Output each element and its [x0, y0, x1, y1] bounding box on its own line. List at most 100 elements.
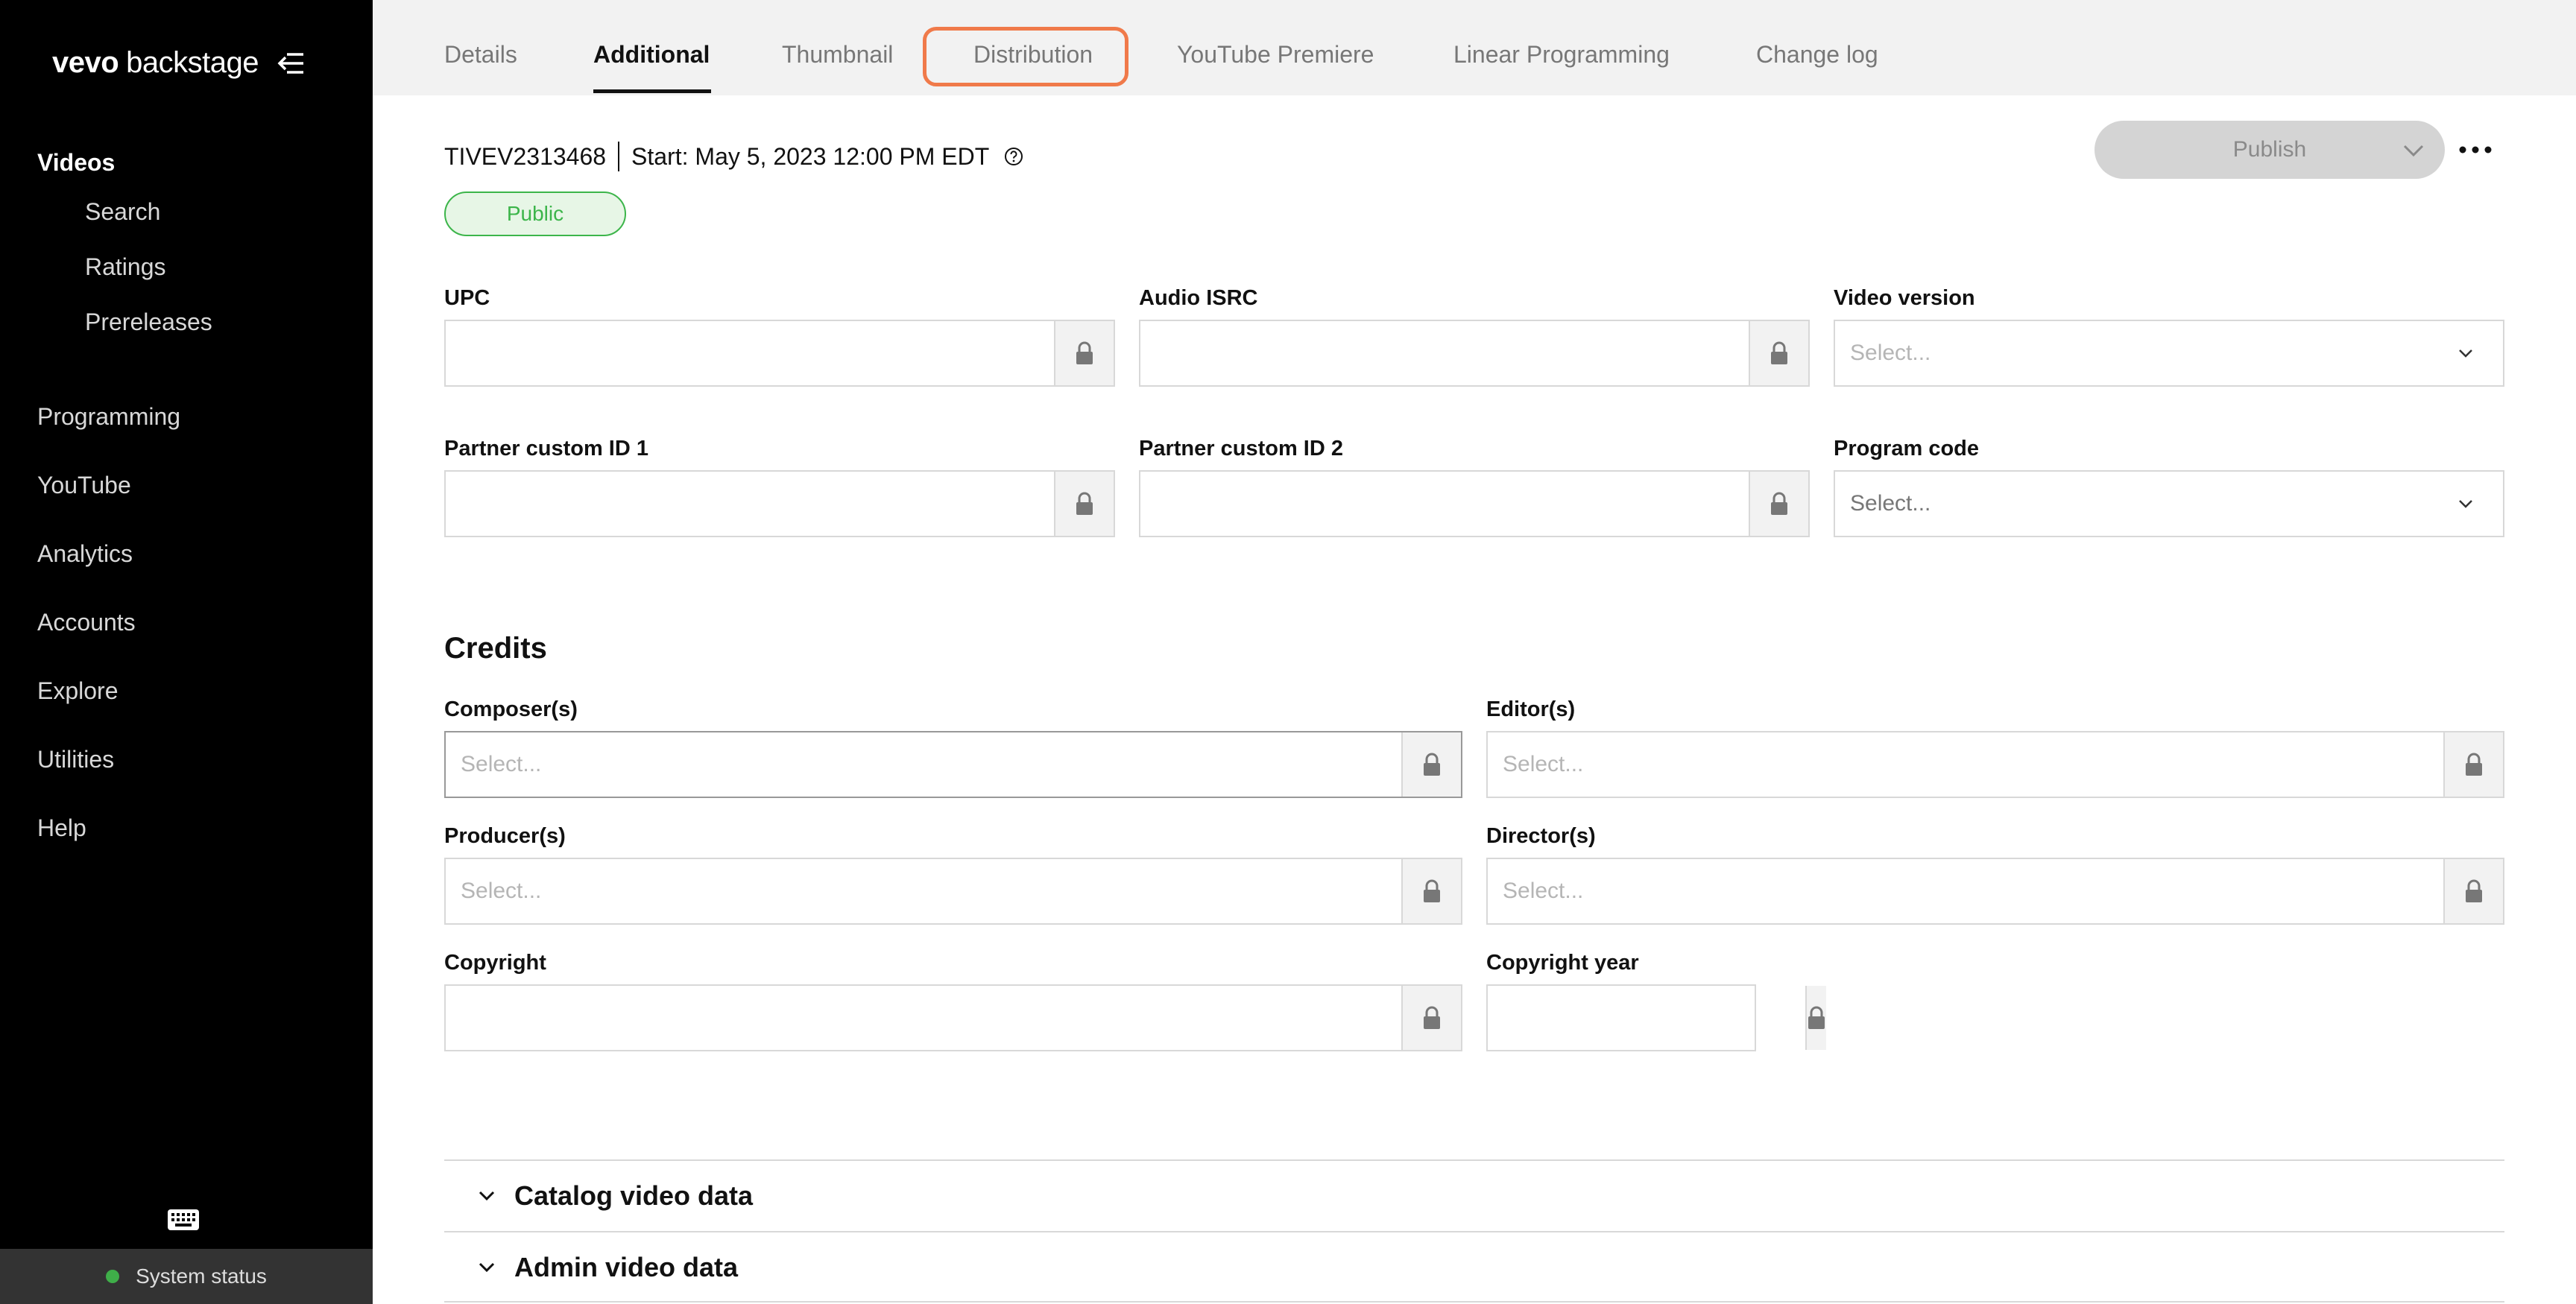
- chevron-down-icon: [479, 1262, 495, 1273]
- program-code-placeholder: Select...: [1850, 491, 1931, 516]
- video-version-placeholder: Select...: [1850, 341, 1931, 365]
- accordion-admin-video-data[interactable]: Admin video data: [477, 1252, 738, 1283]
- chevron-down-icon: [2459, 500, 2472, 508]
- lock-icon: [1076, 341, 1093, 364]
- upc-input[interactable]: [446, 321, 1054, 385]
- lock-icon: [1424, 753, 1440, 776]
- start-time: Start: May 5, 2023 12:00 PM EDT: [631, 142, 990, 170]
- tab-bar: Details Additional Thumbnail Distributio…: [373, 0, 2576, 95]
- sidebar-videos-section: Videos Search Ratings Prereleases: [37, 149, 373, 349]
- sidebar-item-explore[interactable]: Explore: [37, 665, 180, 734]
- divider: [444, 1231, 2504, 1232]
- upc-label: UPC: [444, 286, 490, 310]
- help-icon[interactable]: [1004, 147, 1023, 166]
- accordion-label: Admin video data: [514, 1252, 739, 1282]
- partner-id-1-field-wrapper: [444, 470, 1115, 537]
- tab-details[interactable]: Details: [444, 41, 517, 69]
- upc-field-wrapper: [444, 320, 1115, 387]
- chevron-down-icon: [2459, 349, 2472, 358]
- partner-id-2-lock[interactable]: [1749, 472, 1808, 536]
- status-dot-icon: [106, 1270, 120, 1283]
- brand-name-part1: vevo: [52, 46, 119, 79]
- tab-thumbnail[interactable]: Thumbnail: [782, 41, 893, 69]
- audio-isrc-input[interactable]: [1140, 321, 1749, 385]
- sidebar-item-youtube[interactable]: YouTube: [37, 460, 180, 528]
- copyright-field-wrapper: [444, 984, 1462, 1051]
- lock-icon: [1771, 492, 1787, 515]
- editors-label: Editor(s): [1486, 697, 1576, 721]
- brand-logo[interactable]: vevo backstage: [52, 46, 305, 80]
- chevron-down-icon[interactable]: [2402, 140, 2425, 159]
- audio-isrc-lock[interactable]: [1749, 321, 1808, 385]
- system-status-label: System status: [136, 1265, 267, 1288]
- lock-icon: [1424, 1006, 1440, 1029]
- active-tab-underline: [593, 89, 711, 93]
- credits-heading: Credits: [444, 632, 547, 665]
- producers-label: Producer(s): [444, 824, 566, 848]
- keyboard-icon[interactable]: [167, 1209, 200, 1231]
- copyright-label: Copyright: [444, 951, 546, 975]
- status-badge: Public: [444, 192, 626, 236]
- brand-name-part2: backstage: [126, 46, 259, 79]
- partner-id-1-label: Partner custom ID 1: [444, 437, 648, 460]
- producers-field-wrapper: [444, 858, 1462, 925]
- composers-lock[interactable]: [1401, 732, 1461, 797]
- editors-field-wrapper: [1486, 731, 2504, 798]
- program-code-label: Program code: [1834, 437, 1979, 460]
- copyright-year-label: Copyright year: [1486, 951, 1639, 975]
- producers-input[interactable]: [446, 859, 1401, 923]
- sidebar-item-videos[interactable]: Videos: [37, 149, 373, 177]
- copyright-lock[interactable]: [1401, 986, 1461, 1050]
- tab-youtube-premiere[interactable]: YouTube Premiere: [1177, 41, 1374, 69]
- publish-label: Publish: [2232, 137, 2307, 162]
- partner-id-2-input[interactable]: [1140, 472, 1749, 536]
- directors-field-wrapper: [1486, 858, 2504, 925]
- sidebar-nav: Programming YouTube Analytics Accounts E…: [37, 391, 180, 871]
- sidebar-item-analytics[interactable]: Analytics: [37, 528, 180, 597]
- copyright-year-field-wrapper: [1486, 984, 1826, 1051]
- program-code-select[interactable]: Select...: [1834, 470, 2504, 537]
- tab-distribution[interactable]: Distribution: [973, 41, 1093, 69]
- video-version-select[interactable]: Select...: [1834, 320, 2504, 387]
- video-id: TIVEV2313468: [444, 142, 607, 170]
- sidebar-item-help[interactable]: Help: [37, 803, 180, 871]
- divider: [444, 1301, 2504, 1303]
- upc-lock[interactable]: [1054, 321, 1114, 385]
- partner-id-1-input[interactable]: [446, 472, 1054, 536]
- producers-lock[interactable]: [1401, 859, 1461, 923]
- sidebar-item-search[interactable]: Search: [85, 184, 373, 239]
- directors-lock[interactable]: [2443, 859, 2503, 923]
- tab-change-log[interactable]: Change log: [1756, 41, 1878, 69]
- sidebar-item-prereleases[interactable]: Prereleases: [85, 294, 373, 349]
- composers-label: Composer(s): [444, 697, 578, 721]
- sidebar-item-utilities[interactable]: Utilities: [37, 734, 180, 803]
- divider: [444, 1159, 2504, 1161]
- lock-icon: [1424, 879, 1440, 902]
- video-version-label: Video version: [1834, 286, 1975, 310]
- audio-isrc-label: Audio ISRC: [1139, 286, 1258, 310]
- system-status[interactable]: System status: [0, 1249, 373, 1304]
- copyright-input[interactable]: [446, 986, 1401, 1050]
- composers-input[interactable]: [446, 732, 1401, 797]
- video-header: TIVEV2313468 Start: May 5, 2023 12:00 PM…: [444, 142, 1023, 171]
- composers-field-wrapper: [444, 731, 1462, 798]
- sidebar-item-programming[interactable]: Programming: [37, 391, 180, 460]
- sidebar-item-ratings[interactable]: Ratings: [85, 239, 373, 294]
- accordion-label: Catalog video data: [514, 1180, 754, 1211]
- directors-label: Director(s): [1486, 824, 1596, 848]
- accordion-catalog-video-data[interactable]: Catalog video data: [477, 1180, 753, 1212]
- lock-icon: [1771, 341, 1787, 364]
- tab-linear-programming[interactable]: Linear Programming: [1453, 41, 1670, 69]
- copyright-year-input[interactable]: [1488, 986, 1805, 1050]
- tab-additional[interactable]: Additional: [593, 41, 710, 69]
- directors-input[interactable]: [1488, 859, 2443, 923]
- editors-input[interactable]: [1488, 732, 2443, 797]
- partner-id-1-lock[interactable]: [1054, 472, 1114, 536]
- collapse-sidebar-icon[interactable]: [275, 50, 305, 77]
- sidebar-item-accounts[interactable]: Accounts: [37, 597, 180, 665]
- publish-button[interactable]: Publish: [2094, 121, 2445, 179]
- editors-lock[interactable]: [2443, 732, 2503, 797]
- more-options-icon[interactable]: [2457, 139, 2494, 161]
- copyright-year-lock[interactable]: [1805, 986, 1826, 1050]
- lock-icon: [1808, 1006, 1825, 1029]
